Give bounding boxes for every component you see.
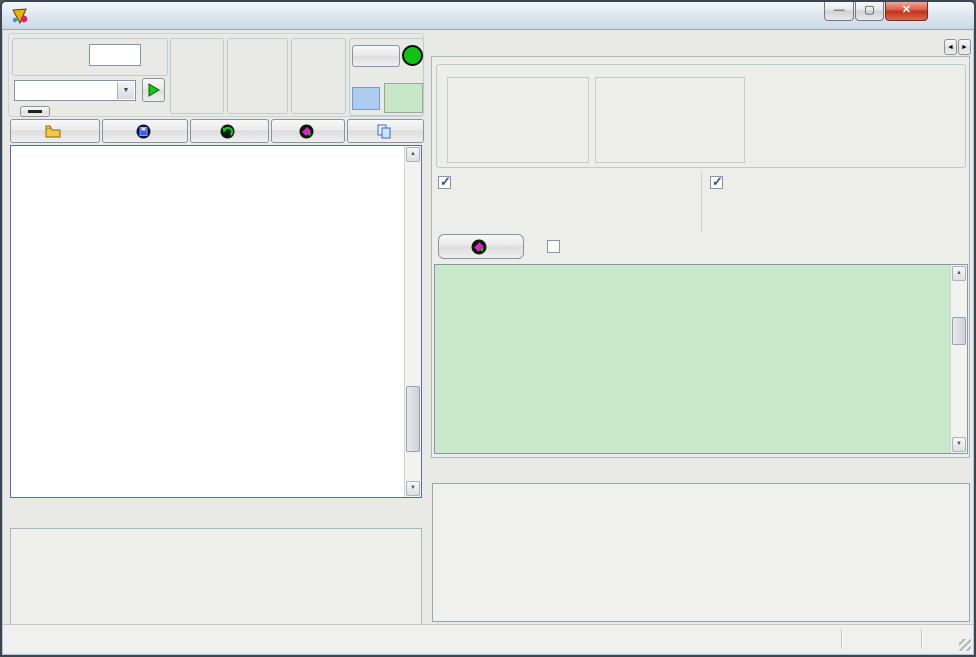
manual-input-panel — [10, 528, 422, 625]
analyzer-clear-button[interactable] — [438, 234, 524, 259]
analyzer-clear-icon — [471, 239, 487, 255]
autoshift-group — [349, 38, 424, 116]
resize-grip[interactable] — [959, 639, 971, 651]
clear-icon — [299, 124, 314, 139]
chances-hit-group — [447, 77, 589, 163]
spin-history-table: ▲ ▼ — [10, 145, 422, 498]
statusbar-separator — [921, 629, 923, 649]
log-scroll-up-icon[interactable]: ▲ — [952, 266, 966, 281]
table-scrollbar[interactable]: ▲ ▼ — [404, 146, 421, 497]
collapse-button[interactable] — [20, 106, 50, 117]
combobox-dropdown-icon[interactable]: ▼ — [117, 82, 134, 99]
statusbar-separator — [841, 629, 843, 649]
play-button[interactable] — [142, 78, 165, 102]
log-scrollbar-thumb[interactable] — [952, 317, 966, 345]
undo-icon — [220, 124, 235, 139]
autoshift-value — [384, 83, 423, 113]
tabs-scroll-left-icon[interactable]: ◄ — [944, 39, 957, 55]
chances-miss-group — [595, 77, 745, 163]
autoclean-checkbox[interactable] — [547, 240, 560, 253]
load-button[interactable] — [10, 119, 100, 143]
title-bar[interactable]: — ▢ ✕ — [2, 2, 974, 30]
copy-buffer-button[interactable] — [347, 119, 424, 143]
undo-button[interactable] — [190, 119, 269, 143]
app-icon — [11, 7, 29, 25]
scroll-down-icon[interactable]: ▼ — [406, 481, 420, 496]
dash-icon — [28, 110, 42, 113]
status-bar — [3, 624, 973, 653]
log-scrollbar[interactable]: ▲ ▼ — [950, 265, 967, 453]
save-icon — [136, 124, 151, 139]
play-icon — [148, 83, 160, 97]
analyzer-settings-group — [436, 64, 966, 168]
analyze-chances-checkbox[interactable] — [438, 176, 451, 189]
alternation-chances-panel — [436, 172, 702, 232]
as-button[interactable] — [402, 45, 423, 66]
analyze-dozens-checkbox[interactable] — [710, 176, 723, 189]
alternation-dozens-panel — [708, 172, 968, 232]
history-combobox[interactable]: ▼ — [14, 80, 136, 101]
tabs-scroll-right-icon[interactable]: ► — [958, 39, 971, 55]
clear-button[interactable] — [271, 119, 345, 143]
copy-icon — [377, 124, 391, 139]
start-sum-group — [12, 38, 168, 76]
minimize-button[interactable]: — — [824, 2, 854, 21]
start-sum-input[interactable] — [89, 44, 141, 66]
close-button[interactable]: ✕ — [885, 2, 928, 21]
scroll-up-icon[interactable]: ▲ — [406, 147, 420, 162]
prev-value — [352, 87, 380, 110]
table-scrollbar-thumb[interactable] — [406, 386, 420, 452]
open-folder-icon — [45, 125, 61, 138]
dozen-column-group — [751, 77, 959, 163]
log-scroll-down-icon[interactable]: ▼ — [952, 437, 966, 452]
type-group — [291, 38, 346, 114]
app-window: — ▢ ✕ ▼ — [0, 0, 976, 657]
game-on-group — [170, 38, 224, 114]
maximize-button[interactable]: ▢ — [855, 2, 884, 21]
save-button[interactable] — [102, 119, 188, 143]
frequency-chart-panel — [432, 483, 970, 622]
analyzer-log[interactable]: ▲ ▼ — [434, 264, 968, 454]
frequency-chart — [433, 484, 969, 621]
new-button[interactable] — [352, 45, 400, 67]
roulette-group — [227, 38, 288, 114]
